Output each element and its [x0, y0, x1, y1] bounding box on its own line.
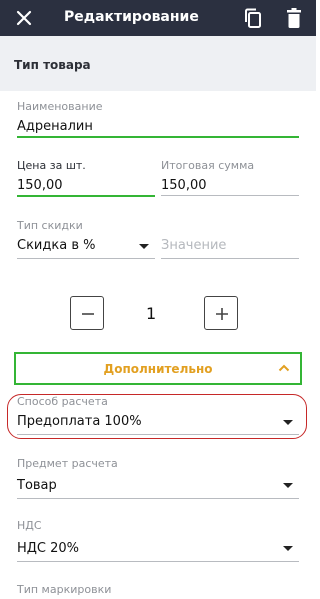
trash-icon[interactable]	[284, 7, 304, 29]
price-label: Цена за шт.	[17, 159, 86, 172]
close-icon[interactable]	[14, 8, 34, 28]
total-label: Итоговая сумма	[161, 159, 255, 172]
top-bar: Редактирование	[0, 0, 316, 36]
payment-subject-select[interactable]: Товар	[17, 478, 57, 493]
payment-method-select[interactable]: Предоплата 100%	[17, 414, 142, 429]
section-title: Тип товара	[14, 58, 91, 72]
total-underline	[161, 195, 299, 196]
price-input[interactable]: 150,00	[17, 178, 63, 193]
price-underline	[17, 195, 155, 197]
vat-underline	[17, 561, 299, 562]
section-header: Тип товара	[0, 36, 316, 91]
discount-type-caret-icon[interactable]	[139, 244, 149, 249]
discount-type-select[interactable]: Скидка в %	[17, 238, 95, 253]
chevron-up-icon	[278, 364, 290, 372]
payment-method-caret-icon[interactable]	[283, 420, 293, 425]
discount-type-underline	[17, 258, 155, 259]
payment-subject-label: Предмет расчета	[17, 457, 118, 470]
page-title: Редактирование	[64, 9, 199, 25]
discount-value-underline	[161, 258, 299, 259]
plus-icon	[216, 308, 228, 320]
payment-subject-underline	[17, 498, 299, 499]
quantity-value: 1	[146, 304, 157, 323]
discount-type-label: Тип скидки	[17, 219, 83, 232]
vat-caret-icon[interactable]	[283, 546, 293, 551]
payment-method-underline	[17, 434, 299, 435]
name-input[interactable]: Адреналин	[17, 119, 93, 134]
payment-subject-caret-icon[interactable]	[283, 483, 293, 488]
name-underline	[17, 136, 299, 138]
vat-label: НДС	[17, 519, 42, 532]
more-button[interactable]: Дополнительно	[14, 352, 302, 385]
total-input[interactable]: 150,00	[161, 178, 207, 193]
more-button-label: Дополнительно	[103, 362, 213, 376]
vat-select[interactable]: НДС 20%	[17, 541, 79, 556]
payment-method-label: Способ расчета	[17, 395, 108, 408]
marking-type-label: Тип маркировки	[17, 583, 112, 596]
discount-value-input[interactable]: Значение	[161, 238, 226, 253]
copy-icon[interactable]	[242, 7, 264, 29]
decrease-button[interactable]	[70, 296, 104, 330]
increase-button[interactable]	[204, 296, 238, 330]
minus-icon	[82, 313, 94, 315]
name-label: Наименование	[17, 100, 103, 113]
